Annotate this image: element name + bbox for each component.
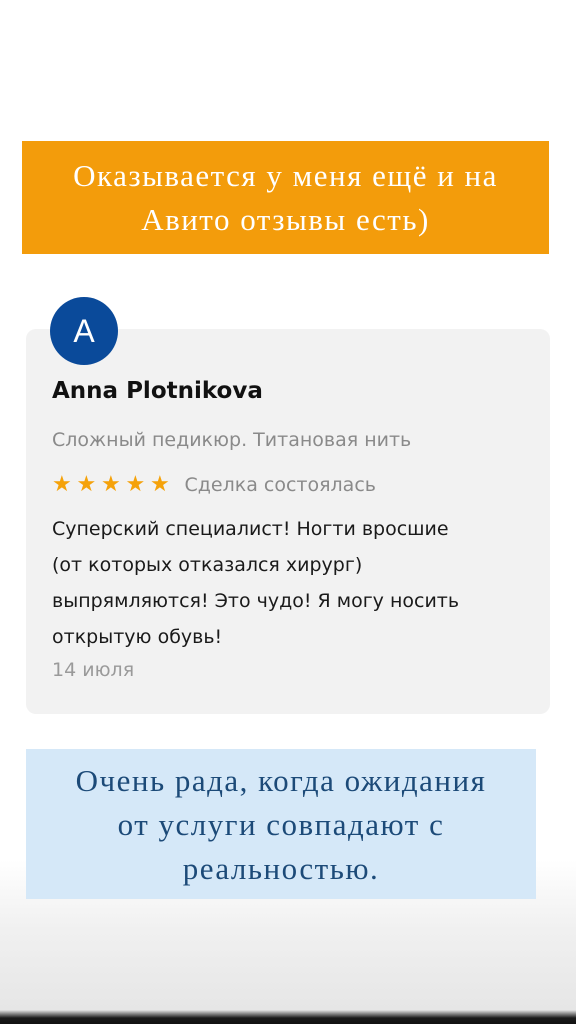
- top-caption-banner: Оказывается у меня ещё и на Авито отзывы…: [22, 141, 549, 254]
- review-text-line: (от которых отказался хирург): [52, 554, 363, 576]
- reviewer-name[interactable]: Anna Plotnikova: [52, 378, 263, 404]
- deal-status: Сделка состоялась: [184, 474, 376, 496]
- top-caption-line-1: Оказывается у меня ещё и на: [73, 157, 498, 193]
- star-icon: ★: [101, 472, 121, 497]
- star-icon: ★: [150, 472, 170, 497]
- star-icon: ★: [76, 472, 97, 497]
- star-icon: ★: [52, 472, 72, 497]
- bottom-caption-banner: Очень рада, когда ожидания от услуги сов…: [26, 749, 536, 899]
- avatar-letter: A: [73, 312, 95, 349]
- star-rating: ★ ★ ★ ★ ★: [52, 473, 175, 497]
- review-text: Суперский специалист! Ногти вросшие (от …: [52, 511, 537, 655]
- bottom-caption-line-1: Очень рада, когда ожидания: [75, 763, 487, 798]
- review-text-line: выпрямляются! Это чудо! Я могу носить: [52, 590, 460, 612]
- avatar[interactable]: A: [50, 297, 118, 365]
- review-text-line: открытую обувь!: [52, 626, 223, 648]
- review-text-line: Суперский специалист! Ногти вросшие: [52, 518, 449, 540]
- star-icon: ★: [125, 472, 146, 497]
- bottom-caption-line-3: реальностью.: [182, 851, 380, 886]
- rating-row: ★ ★ ★ ★ ★ Сделка состоялась: [52, 473, 376, 497]
- bottom-caption-line-2: от услуги совпадают с: [117, 807, 445, 842]
- service-name: Сложный педикюр. Титановая нить: [52, 429, 412, 451]
- top-caption-line-2: Авито отзывы есть): [141, 201, 430, 237]
- top-caption-text: Оказывается у меня ещё и на Авито отзывы…: [73, 154, 498, 242]
- review-date: 14 июля: [52, 659, 135, 681]
